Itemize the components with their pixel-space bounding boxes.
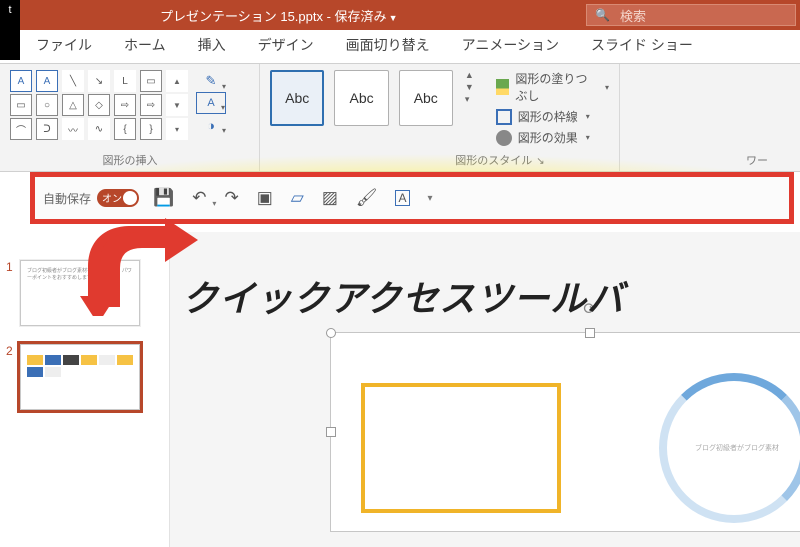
search-box[interactable]: 🔍 検索	[586, 4, 796, 26]
tab-slideshow[interactable]: スライド ショー	[575, 29, 709, 63]
autosave-toggle[interactable]: オン	[97, 189, 139, 207]
thumbnail-2[interactable]: 2	[20, 344, 157, 410]
document-title[interactable]: プレゼンテーション 15.pptx - 保存済み▼	[160, 6, 397, 25]
window-edge: t	[0, 0, 20, 60]
title-bar: プレゼンテーション 15.pptx - 保存済み▼ 🔍 検索	[0, 0, 800, 30]
tab-transition[interactable]: 画面切り替え	[330, 29, 446, 63]
fill-icon	[496, 79, 510, 95]
annotation-text: クイックアクセスツールバ	[182, 270, 624, 322]
text-box-button[interactable]: A▾	[196, 92, 226, 114]
qat-customize-icon[interactable]: ▾	[428, 193, 433, 204]
tab-home[interactable]: ホーム	[108, 29, 182, 63]
tab-design[interactable]: デザイン	[242, 29, 330, 63]
shape-style-3[interactable]: Abc	[399, 70, 453, 126]
resize-handle[interactable]	[585, 328, 595, 338]
search-icon: 🔍	[595, 8, 610, 22]
shape-style-2[interactable]: Abc	[334, 70, 388, 126]
selected-object[interactable]: ⟳ ブログ初級者がブログ素材	[330, 332, 800, 532]
shape-outline-button[interactable]: 図形の枠線▾	[496, 108, 609, 125]
outline-icon	[496, 109, 512, 125]
picture-icon[interactable]: ▨	[322, 188, 338, 208]
effects-icon	[496, 130, 512, 146]
resize-handle[interactable]	[326, 427, 336, 437]
textbox-icon[interactable]: A	[395, 190, 409, 206]
shapes-icon[interactable]: ▱	[291, 188, 304, 208]
undo-icon[interactable]: ↶▾	[192, 188, 206, 208]
style-gallery-scroll[interactable]: ▲▼▾	[465, 70, 474, 105]
shape-fill-button[interactable]: 図形の塗りつぶし▾	[496, 70, 609, 104]
shape-style-1[interactable]: Abc	[270, 70, 324, 126]
merge-shapes-button[interactable]: ◑▾	[196, 114, 226, 136]
tab-insert[interactable]: 挿入	[182, 29, 242, 63]
annotation-arrow-shape	[70, 212, 200, 322]
ribbon-tabs: ファイル ホーム 挿入 デザイン 画面切り替え アニメーション スライド ショー	[0, 30, 800, 64]
tab-animation[interactable]: アニメーション	[446, 29, 575, 63]
resize-handle[interactable]	[326, 328, 336, 338]
search-placeholder: 検索	[620, 6, 646, 25]
save-icon[interactable]: 💾	[153, 188, 174, 208]
redo-icon[interactable]: ↷	[224, 188, 238, 208]
autosave-label: 自動保存	[43, 190, 91, 207]
tab-file[interactable]: ファイル	[20, 29, 108, 63]
shape-effects-button[interactable]: 図形の効果▾	[496, 129, 609, 146]
slideshow-icon[interactable]: ▣	[257, 188, 273, 208]
edit-shape-button[interactable]: ✎▾	[196, 70, 226, 92]
format-painter-icon[interactable]: 🖌	[356, 188, 378, 208]
